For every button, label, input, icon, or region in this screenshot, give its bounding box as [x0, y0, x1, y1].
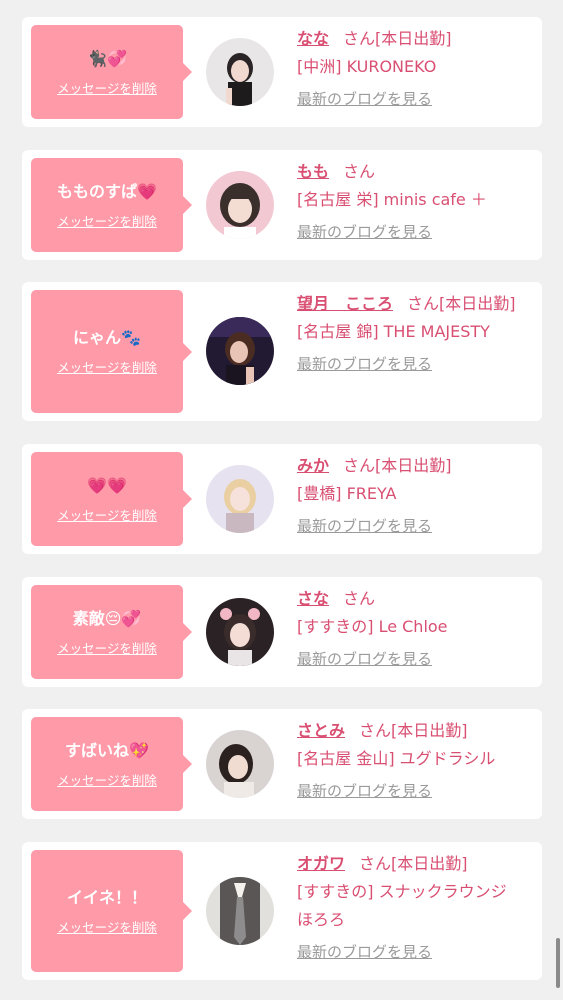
shop-label: [中洲] KURONEKO: [297, 57, 437, 76]
honorific-label: さん: [343, 589, 376, 608]
status-label: [本日出勤]: [375, 456, 452, 475]
message-bubble: もものすぱ💗 メッセージを削除: [31, 158, 192, 252]
message-bubble: イイネ！！ メッセージを削除: [31, 850, 192, 972]
shop-label: [名古屋 金山] ユグドラシル: [297, 749, 496, 768]
message-bubble: すばいね💖 メッセージを削除: [31, 717, 192, 811]
message-card: にゃん🐾 メッセージを削除 望月 こころ さん[本日出勤] [名古屋 錦] THE…: [22, 282, 542, 421]
message-text: 🐈‍⬛💞: [87, 48, 127, 68]
delete-message-link[interactable]: メッセージを削除: [57, 211, 157, 230]
honorific-label: さん: [359, 854, 392, 873]
message-bubble: にゃん🐾 メッセージを削除: [31, 290, 192, 413]
message-text: イイネ！！: [66, 887, 147, 907]
message-card: すばいね💖 メッセージを削除 さとみ さん[本日出勤] [名古屋 金山] ユグドラ…: [22, 709, 542, 819]
message-card: 素敵😔💞 メッセージを削除 さな さん [すすきの] Le Chloe 最新のブロ…: [22, 577, 542, 687]
status-label: [本日出勤]: [439, 294, 516, 313]
message-card: 💗💗 メッセージを削除 みか さん[本日出勤] [豊橋] FREYA 最新のブログ…: [22, 444, 542, 554]
message-text: すばいね💖: [65, 740, 149, 760]
latest-blog-link[interactable]: 最新のブログを見る: [297, 85, 527, 113]
message-bubble: 💗💗 メッセージを削除: [31, 452, 192, 546]
latest-blog-link[interactable]: 最新のブログを見る: [297, 938, 527, 966]
cast-info: さとみ さん[本日出勤] [名古屋 金山] ユグドラシル 最新のブログを見る: [297, 717, 527, 805]
cast-info: なな さん[本日出勤] [中洲] KURONEKO 最新のブログを見る: [297, 25, 527, 113]
latest-blog-link[interactable]: 最新のブログを見る: [297, 777, 527, 805]
message-card: もものすぱ💗 メッセージを削除 もも さん [名古屋 栄] minis cafe …: [22, 150, 542, 260]
cast-info: さな さん [すすきの] Le Chloe 最新のブログを見る: [297, 585, 527, 673]
delete-message-link[interactable]: メッセージを削除: [57, 917, 157, 936]
message-bubble: 素敵😔💞 メッセージを削除: [31, 585, 192, 679]
shop-label: [すすきの] Le Chloe: [297, 617, 448, 636]
cast-name-link[interactable]: もも: [297, 162, 329, 181]
latest-blog-link[interactable]: 最新のブログを見る: [297, 645, 527, 673]
cast-name-link[interactable]: なな: [297, 29, 329, 48]
avatar[interactable]: [206, 877, 274, 945]
avatar[interactable]: [206, 465, 274, 533]
shop-label: [名古屋 栄] minis cafe ＋: [297, 190, 487, 209]
delete-message-link[interactable]: メッセージを削除: [57, 638, 157, 657]
message-card: 🐈‍⬛💞 メッセージを削除 なな さん[本日出勤] [中洲] KURONEKO 最…: [22, 17, 542, 127]
message-card: イイネ！！ メッセージを削除 オガワ さん[本日出勤] [すすきの] スナックラウ…: [22, 842, 542, 980]
avatar[interactable]: [206, 730, 274, 798]
honorific-label: さん: [359, 721, 392, 740]
honorific-label: さん: [343, 456, 376, 475]
cast-name-link[interactable]: みか: [297, 456, 329, 475]
latest-blog-link[interactable]: 最新のブログを見る: [297, 512, 527, 540]
message-text: 💗💗: [87, 475, 127, 495]
shop-label: [名古屋 錦] THE MAJESTY: [297, 322, 490, 341]
message-text: 素敵😔💞: [72, 608, 142, 628]
cast-name-link[interactable]: オガワ: [297, 854, 345, 873]
scrollbar[interactable]: [556, 938, 560, 988]
avatar[interactable]: [206, 171, 274, 239]
latest-blog-link[interactable]: 最新のブログを見る: [297, 218, 527, 246]
delete-message-link[interactable]: メッセージを削除: [57, 505, 157, 524]
shop-label: [すすきの] スナックラウンジ ほろろ: [297, 882, 523, 929]
cast-info: みか さん[本日出勤] [豊橋] FREYA 最新のブログを見る: [297, 452, 527, 540]
honorific-label: さん: [343, 162, 376, 181]
shop-label: [豊橋] FREYA: [297, 484, 397, 503]
delete-message-link[interactable]: メッセージを削除: [57, 357, 157, 376]
cast-info: オガワ さん[本日出勤] [すすきの] スナックラウンジ ほろろ 最新のブログを見…: [297, 850, 527, 966]
cast-info: 望月 こころ さん[本日出勤] [名古屋 錦] THE MAJESTY 最新のブロ…: [297, 290, 527, 378]
status-label: [本日出勤]: [391, 854, 468, 873]
delete-message-link[interactable]: メッセージを削除: [57, 78, 157, 97]
avatar[interactable]: [206, 598, 274, 666]
cast-name-link[interactable]: さな: [297, 589, 329, 608]
status-label: [本日出勤]: [375, 29, 452, 48]
message-text: もものすぱ💗: [57, 181, 157, 201]
avatar[interactable]: [206, 317, 274, 385]
cast-name-link[interactable]: さとみ: [297, 721, 345, 740]
delete-message-link[interactable]: メッセージを削除: [57, 770, 157, 789]
honorific-label: さん: [343, 29, 376, 48]
cast-name-link[interactable]: 望月 こころ: [297, 294, 393, 313]
message-text: にゃん🐾: [73, 328, 141, 347]
status-label: [本日出勤]: [391, 721, 468, 740]
latest-blog-link[interactable]: 最新のブログを見る: [297, 350, 527, 378]
message-bubble: 🐈‍⬛💞 メッセージを削除: [31, 25, 192, 119]
honorific-label: さん: [407, 294, 440, 313]
cast-info: もも さん [名古屋 栄] minis cafe ＋ 最新のブログを見る: [297, 158, 527, 246]
avatar[interactable]: [206, 38, 274, 106]
